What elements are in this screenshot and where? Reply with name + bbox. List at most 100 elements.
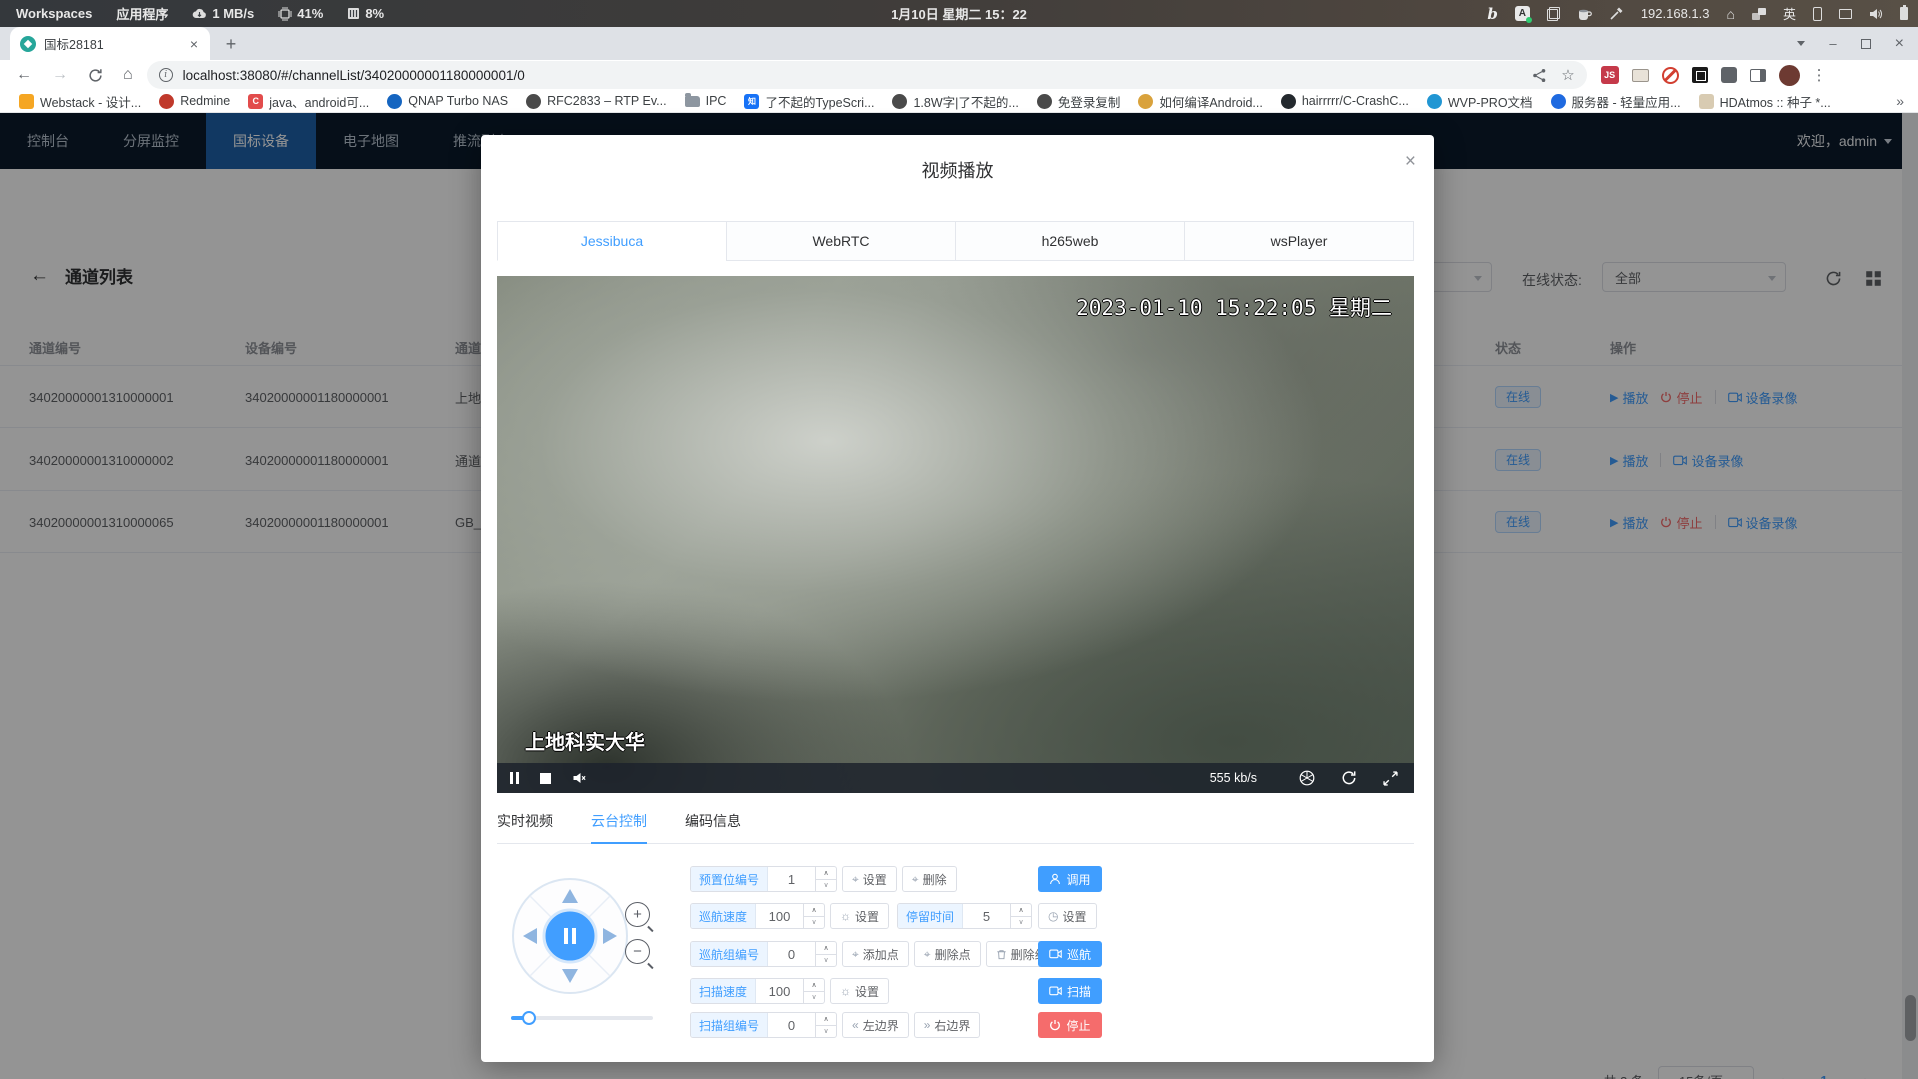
stepper-down-icon[interactable]: ∨ (804, 917, 824, 929)
stepper-down-icon[interactable]: ∨ (816, 1026, 836, 1038)
bookmark-zhihu-typescript[interactable]: 知了不起的TypeScri... (737, 91, 881, 111)
preset-value[interactable]: 1 (768, 867, 815, 891)
stepper-down-icon[interactable]: ∨ (816, 955, 836, 967)
delete-point-button[interactable]: ⌖删除点 (914, 941, 981, 967)
browser-menu-icon[interactable]: ⋮ (1812, 66, 1827, 84)
new-tab-button[interactable]: + (218, 31, 244, 57)
color-picker-tray-icon[interactable] (1609, 6, 1624, 21)
window-close-button[interactable]: × (1895, 35, 1904, 53)
clipboard-tray-icon[interactable] (1547, 7, 1560, 21)
fullscreen-button[interactable] (1383, 771, 1398, 786)
cpu-indicator[interactable]: 41% (278, 6, 323, 21)
coffee-tray-icon[interactable] (1577, 7, 1592, 21)
ptz-stop-button[interactable]: 停止 (1038, 1012, 1102, 1038)
volume-tray-icon[interactable] (1869, 8, 1883, 20)
stepper-up-icon[interactable]: ∧ (1011, 904, 1031, 917)
cruise-speed-set-button[interactable]: ☼设置 (830, 903, 889, 929)
memory-indicator[interactable]: 8% (347, 6, 384, 21)
stepper-up-icon[interactable]: ∧ (816, 942, 836, 955)
battery-tray-icon[interactable] (1900, 7, 1908, 20)
reload-button[interactable] (88, 68, 103, 83)
tab-wsplayer[interactable]: wsPlayer (1184, 221, 1414, 261)
screenshot-extension-icon[interactable] (1692, 67, 1708, 83)
cruise-button[interactable]: 巡航 (1038, 941, 1102, 967)
profile-avatar[interactable] (1779, 65, 1800, 86)
bookmark-folder-ipc[interactable]: IPC (678, 91, 734, 111)
windows-tray-icon[interactable] (1752, 8, 1766, 20)
stepper-up-icon[interactable]: ∧ (804, 979, 824, 992)
cruise-speed-input[interactable]: 巡航速度 100 ∧∨ (690, 903, 825, 929)
stop-button[interactable] (540, 773, 551, 784)
address-bar[interactable]: i localhost:38080/#/channelList/34020000… (147, 61, 1587, 89)
stepper-down-icon[interactable]: ∨ (816, 880, 836, 892)
cruise-group-value[interactable]: 0 (768, 942, 815, 966)
add-point-button[interactable]: ⌖添加点 (842, 941, 909, 967)
bookmark-webstack[interactable]: Webstack - 设计... (12, 91, 148, 111)
phone-tray-icon[interactable] (1813, 7, 1822, 21)
preset-delete-button[interactable]: ⌖删除 (902, 866, 957, 892)
reader-extension-icon[interactable] (1632, 69, 1649, 82)
bookmark-csdn[interactable]: Cjava、android可... (241, 91, 376, 111)
cruise-speed-value[interactable]: 100 (756, 904, 803, 928)
extensions-puzzle-icon[interactable] (1721, 67, 1737, 83)
bookmark-qnap[interactable]: QNAP Turbo NAS (380, 91, 515, 111)
scan-speed-set-button[interactable]: ☼设置 (830, 978, 889, 1004)
stepper-down-icon[interactable]: ∨ (804, 992, 824, 1004)
bookmark-wvp-docs[interactable]: WVP-PRO文档 (1420, 91, 1540, 111)
js-extension-icon[interactable]: JS (1601, 66, 1619, 84)
bookmark-android-build[interactable]: 如何编译Android... (1131, 91, 1270, 111)
mute-button[interactable] (572, 772, 587, 784)
scan-group-input[interactable]: 扫描组编号 0 ∧∨ (690, 1012, 837, 1038)
slider-handle[interactable] (522, 1011, 536, 1025)
bookmark-server[interactable]: 服务器 - 轻量应用... (1544, 91, 1688, 111)
stepper-down-icon[interactable]: ∨ (1011, 917, 1031, 929)
ime-indicator[interactable]: 英 (1783, 4, 1796, 23)
stepper-up-icon[interactable]: ∧ (816, 867, 836, 880)
tab-ptz-control[interactable]: 云台控制 (591, 811, 647, 844)
stepper-up-icon[interactable]: ∧ (804, 904, 824, 917)
notes-app-tray-icon[interactable]: A (1515, 6, 1530, 21)
tab-jessibuca[interactable]: Jessibuca (497, 221, 727, 261)
dialog-close-icon[interactable]: × (1405, 151, 1416, 173)
tab-search-icon[interactable] (1797, 41, 1805, 46)
bookmarks-overflow-icon[interactable]: » (1896, 93, 1904, 109)
clock[interactable]: 1月10日 星期二 15：22 (891, 4, 1027, 23)
url-text[interactable]: localhost:38080/#/channelList/3402000000… (183, 68, 1523, 83)
browser-tab[interactable]: 国标28181 × (10, 27, 210, 60)
right-boundary-button[interactable]: »右边界 (914, 1012, 981, 1038)
ptz-direction-pad[interactable] (510, 876, 630, 996)
ptz-center-button[interactable] (544, 910, 596, 962)
scan-button[interactable]: 扫描 (1038, 978, 1102, 1004)
home-tray-icon[interactable]: ⌂ (1727, 6, 1735, 22)
bookmark-redmine[interactable]: Redmine (152, 91, 237, 111)
bookmark-hdatmos[interactable]: HDAtmos :: 种子 *... (1692, 91, 1838, 111)
stay-time-value[interactable]: 5 (963, 904, 1010, 928)
stay-time-set-button[interactable]: ◷设置 (1038, 903, 1097, 929)
site-info-icon[interactable]: i (159, 68, 173, 82)
snapshot-shutter-button[interactable] (1299, 770, 1315, 786)
home-button[interactable]: ⌂ (123, 66, 133, 84)
bookmark-18w[interactable]: 1.8W字|了不起的... (885, 91, 1025, 111)
bookmark-copy[interactable]: 免登录复制 (1030, 91, 1128, 111)
display-tray-icon[interactable] (1839, 9, 1852, 19)
applications-button[interactable]: 应用程序 (116, 4, 168, 23)
cruise-group-input[interactable]: 巡航组编号 0 ∧∨ (690, 941, 837, 967)
bookmark-github-crash[interactable]: hairrrrr/C-CrashC... (1274, 91, 1416, 111)
ip-address[interactable]: 192.168.1.3 (1641, 6, 1710, 21)
preset-number-input[interactable]: 预置位编号 1 ∧∨ (690, 866, 837, 892)
share-icon[interactable] (1532, 68, 1547, 83)
scan-speed-input[interactable]: 扫描速度 100 ∧∨ (690, 978, 825, 1004)
forward-button[interactable]: → (52, 66, 68, 84)
tab-encoding-info[interactable]: 编码信息 (685, 811, 741, 843)
scan-speed-value[interactable]: 100 (756, 979, 803, 1003)
tab-h265web[interactable]: h265web (955, 221, 1185, 261)
adblock-extension-icon[interactable] (1662, 67, 1679, 84)
left-boundary-button[interactable]: «左边界 (842, 1012, 909, 1038)
bing-tray-icon[interactable]: b (1487, 5, 1498, 23)
video-player[interactable]: 2023-01-10 15:22:05 星期二 上地科实大华 555 kb/s (497, 276, 1414, 793)
stay-time-input[interactable]: 停留时间 5 ∧∨ (897, 903, 1032, 929)
scan-group-value[interactable]: 0 (768, 1013, 815, 1037)
stepper-up-icon[interactable]: ∧ (816, 1013, 836, 1026)
network-indicator[interactable]: 1 MB/s (192, 6, 254, 21)
pause-button[interactable] (510, 772, 519, 784)
